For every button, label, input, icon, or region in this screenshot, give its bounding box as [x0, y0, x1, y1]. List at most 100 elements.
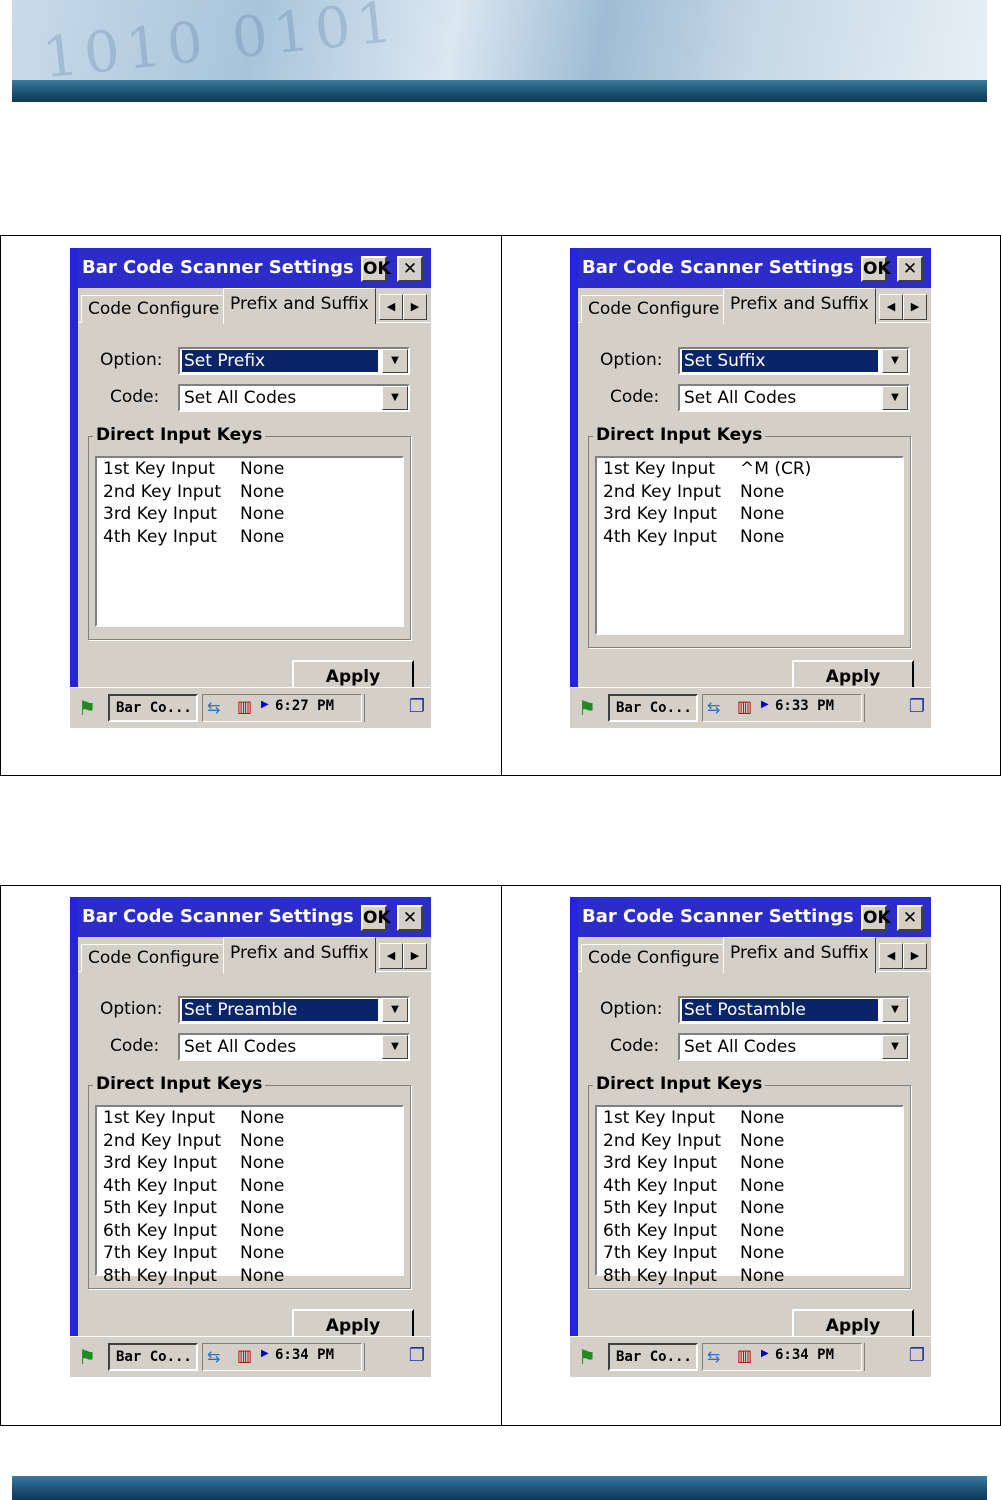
list-item[interactable]: 5th Key Input None — [597, 1197, 902, 1220]
list-item[interactable]: 4th Key Input None — [597, 526, 902, 549]
start-menu-icon[interactable]: ⚑ — [574, 696, 600, 720]
list-item[interactable]: 1st Key Input None — [97, 458, 402, 481]
list-item[interactable]: 2nd Key Input None — [597, 1130, 902, 1153]
barcode-icon[interactable]: ▥ — [237, 1346, 252, 1365]
show-desktop-icon[interactable]: ❐ — [409, 696, 425, 717]
direct-input-keys-group: Direct Input Keys 1st Key Input ^M (CR) 2n… — [588, 425, 911, 648]
ok-button[interactable]: OK — [361, 905, 391, 931]
tab-code-configure[interactable]: Code Configure — [581, 944, 727, 972]
taskbar-app-button[interactable]: Bar Co... — [108, 1343, 198, 1371]
key-input-list[interactable]: 1st Key Input None 2nd Key Input None 3rd Ke… — [95, 456, 404, 627]
show-desktop-icon[interactable]: ❐ — [409, 1345, 425, 1366]
list-item[interactable]: 6th Key Input None — [97, 1220, 402, 1243]
list-item[interactable]: 8th Key Input None — [97, 1265, 402, 1288]
tab-code-configure[interactable]: Code Configure — [581, 295, 727, 323]
chevron-down-icon[interactable]: ▼ — [882, 998, 908, 1022]
chevron-down-icon[interactable]: ▼ — [382, 349, 408, 373]
ok-button[interactable]: OK — [861, 905, 891, 931]
barcode-icon[interactable]: ▥ — [237, 697, 252, 716]
list-item[interactable]: 1st Key Input None — [597, 1107, 902, 1130]
key-input-name: 8th Key Input — [103, 1265, 217, 1286]
start-menu-icon[interactable]: ⚑ — [574, 1345, 600, 1369]
barcode-icon[interactable]: ▥ — [737, 1346, 752, 1365]
tab-scroll-right-icon[interactable]: ▶ — [903, 294, 927, 320]
close-button[interactable]: ✕ — [897, 256, 923, 282]
list-item[interactable]: 3rd Key Input None — [597, 503, 902, 526]
network-icon[interactable]: ⇆ — [707, 1347, 720, 1366]
list-item[interactable]: 2nd Key Input None — [97, 1130, 402, 1153]
tray-arrow-icon[interactable]: ▶ — [761, 1348, 769, 1359]
network-icon[interactable]: ⇆ — [707, 698, 720, 717]
clock[interactable]: 6:34 PM — [275, 1347, 334, 1363]
network-icon[interactable]: ⇆ — [207, 698, 220, 717]
show-desktop-icon[interactable]: ❐ — [909, 696, 925, 717]
tab-prefix-and-suffix[interactable]: Prefix and Suffix — [223, 288, 376, 324]
tab-code-configure[interactable]: Code Configure — [81, 295, 227, 323]
code-dropdown[interactable]: Set All Codes ▼ — [678, 1033, 910, 1061]
list-item[interactable]: 7th Key Input None — [97, 1242, 402, 1265]
option-dropdown[interactable]: Set Postamble ▼ — [678, 996, 910, 1024]
tab-prefix-and-suffix[interactable]: Prefix and Suffix — [723, 288, 876, 324]
key-input-list[interactable]: 1st Key Input None 2nd Key Input None 3rd Ke… — [595, 1105, 904, 1286]
tab-prefix-and-suffix[interactable]: Prefix and Suffix — [723, 937, 876, 973]
clock[interactable]: 6:33 PM — [775, 698, 834, 714]
tray-arrow-icon[interactable]: ▶ — [261, 699, 269, 710]
tab-scroll-left-icon[interactable]: ◀ — [879, 943, 903, 969]
list-item[interactable]: 6th Key Input None — [597, 1220, 902, 1243]
tray-arrow-icon[interactable]: ▶ — [261, 1348, 269, 1359]
taskbar-app-button[interactable]: Bar Co... — [608, 694, 698, 722]
list-item[interactable]: 5th Key Input None — [97, 1197, 402, 1220]
taskbar-app-button[interactable]: Bar Co... — [608, 1343, 698, 1371]
clock[interactable]: 6:27 PM — [275, 698, 334, 714]
ok-button[interactable]: OK — [361, 256, 391, 282]
barcode-icon[interactable]: ▥ — [737, 697, 752, 716]
option-dropdown[interactable]: Set Preamble ▼ — [178, 996, 410, 1024]
close-button[interactable]: ✕ — [397, 905, 423, 931]
code-dropdown[interactable]: Set All Codes ▼ — [178, 384, 410, 412]
code-dropdown[interactable]: Set All Codes ▼ — [678, 384, 910, 412]
chevron-down-icon[interactable]: ▼ — [382, 386, 408, 410]
tab-scroll-left-icon[interactable]: ◀ — [879, 294, 903, 320]
option-dropdown[interactable]: Set Suffix ▼ — [678, 347, 910, 375]
list-item[interactable]: 7th Key Input None — [597, 1242, 902, 1265]
window-title: Bar Code Scanner Settings — [582, 906, 854, 927]
list-item[interactable]: 4th Key Input None — [597, 1175, 902, 1198]
chevron-down-icon[interactable]: ▼ — [382, 1035, 408, 1059]
ok-button[interactable]: OK — [861, 256, 891, 282]
network-icon[interactable]: ⇆ — [207, 1347, 220, 1366]
chevron-down-icon[interactable]: ▼ — [382, 998, 408, 1022]
tab-scroll-right-icon[interactable]: ▶ — [403, 943, 427, 969]
chevron-down-icon[interactable]: ▼ — [882, 386, 908, 410]
tab-scroll-left-icon[interactable]: ◀ — [379, 943, 403, 969]
option-dropdown[interactable]: Set Prefix ▼ — [178, 347, 410, 375]
list-item[interactable]: 3rd Key Input None — [97, 1152, 402, 1175]
list-item[interactable]: 1st Key Input None — [97, 1107, 402, 1130]
close-button[interactable]: ✕ — [397, 256, 423, 282]
option-value: Set Suffix — [682, 350, 878, 372]
tab-scroll-right-icon[interactable]: ▶ — [403, 294, 427, 320]
start-menu-icon[interactable]: ⚑ — [74, 1345, 100, 1369]
tab-prefix-and-suffix[interactable]: Prefix and Suffix — [223, 937, 376, 973]
list-item[interactable]: 8th Key Input None — [597, 1265, 902, 1288]
start-menu-icon[interactable]: ⚑ — [74, 696, 100, 720]
tab-scroll-right-icon[interactable]: ▶ — [903, 943, 927, 969]
chevron-down-icon[interactable]: ▼ — [882, 1035, 908, 1059]
tab-code-configure[interactable]: Code Configure — [81, 944, 227, 972]
key-input-list[interactable]: 1st Key Input None 2nd Key Input None 3rd Ke… — [95, 1105, 404, 1286]
list-item[interactable]: 3rd Key Input None — [97, 503, 402, 526]
taskbar-app-button[interactable]: Bar Co... — [108, 694, 198, 722]
close-button[interactable]: ✕ — [897, 905, 923, 931]
tray-arrow-icon[interactable]: ▶ — [761, 699, 769, 710]
list-item[interactable]: 4th Key Input None — [97, 1175, 402, 1198]
chevron-down-icon[interactable]: ▼ — [882, 349, 908, 373]
list-item[interactable]: 3rd Key Input None — [597, 1152, 902, 1175]
code-dropdown[interactable]: Set All Codes ▼ — [178, 1033, 410, 1061]
key-input-list[interactable]: 1st Key Input ^M (CR) 2nd Key Input None 3rd… — [595, 456, 904, 635]
list-item[interactable]: 1st Key Input ^M (CR) — [597, 458, 902, 481]
list-item[interactable]: 4th Key Input None — [97, 526, 402, 549]
show-desktop-icon[interactable]: ❐ — [909, 1345, 925, 1366]
tab-scroll-left-icon[interactable]: ◀ — [379, 294, 403, 320]
clock[interactable]: 6:34 PM — [775, 1347, 834, 1363]
list-item[interactable]: 2nd Key Input None — [597, 481, 902, 504]
list-item[interactable]: 2nd Key Input None — [97, 481, 402, 504]
